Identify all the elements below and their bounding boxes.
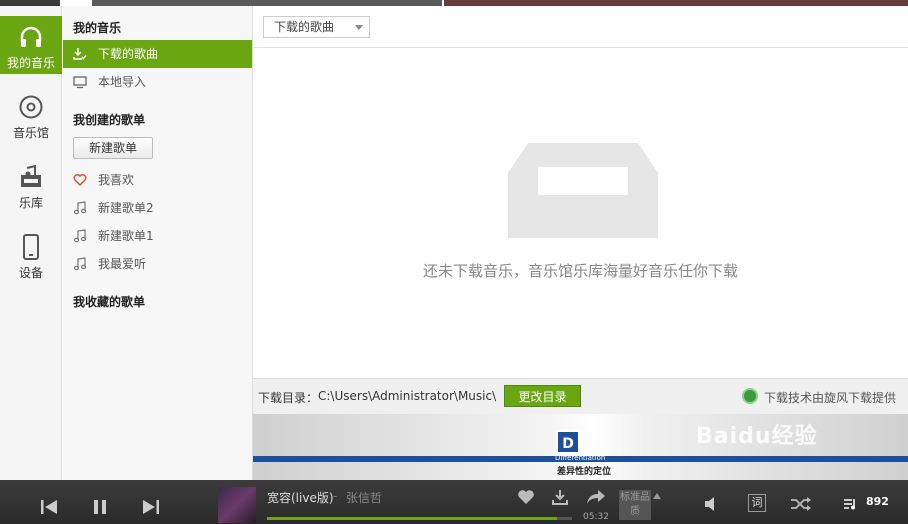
pause-button[interactable]	[92, 499, 108, 515]
ad-english-text: Differentiation	[555, 454, 606, 462]
music-note-icon	[73, 201, 87, 215]
change-directory-button[interactable]: 更改目录	[504, 385, 581, 407]
headphones-icon	[20, 26, 42, 47]
song-title[interactable]: 宽容(live版)	[267, 489, 334, 506]
sidebar-item-downloaded[interactable]: 下载的歌曲	[63, 40, 252, 68]
progress-bar[interactable]	[267, 517, 572, 520]
shuffle-icon[interactable]	[790, 496, 812, 512]
nav-label: 设备	[18, 266, 43, 280]
album-cover[interactable]	[218, 487, 256, 523]
disc-icon	[19, 95, 43, 119]
playlist-item[interactable]: 我最爱听	[63, 250, 252, 278]
empty-tray-icon	[508, 143, 658, 238]
baidu-watermark: Baidu经验	[696, 424, 818, 449]
download-icon[interactable]	[551, 488, 569, 506]
playlist-count: 892	[866, 495, 889, 508]
progress-fill	[267, 517, 557, 520]
music-note-icon	[73, 229, 87, 243]
volume-icon[interactable]	[703, 495, 723, 513]
playlist-icon[interactable]	[843, 498, 857, 510]
section-title-my-music: 我的音乐	[73, 21, 122, 35]
section-title-collected: 我收藏的歌单	[73, 295, 146, 309]
baidu-url-watermark: jingyan.baidu.com	[445, 66, 602, 86]
nav-music-hall[interactable]: 音乐馆	[0, 94, 62, 144]
quality-selector[interactable]: 标准品质	[619, 490, 651, 520]
lyrics-button[interactable]: 词	[748, 494, 766, 512]
sidebar-item-label: 下载的歌曲	[98, 47, 159, 61]
sidebar-item-local-import[interactable]: 本地导入	[63, 68, 252, 96]
library-icon	[21, 164, 41, 187]
download-dir-bar: 下载目录： C:\Users\Administrator\Music\ 更改目录…	[253, 378, 908, 414]
playlist-label: 新建歌单2	[98, 201, 154, 215]
share-icon[interactable]	[586, 488, 606, 506]
nav-label: 乐库	[18, 196, 43, 210]
phone-icon	[23, 234, 39, 260]
playlist-item[interactable]: 新建歌单1	[63, 222, 252, 250]
nav-device[interactable]: 设备	[0, 234, 62, 284]
time-display: 05:32	[583, 512, 609, 522]
sidebar-item-label: 本地导入	[98, 75, 147, 89]
download-dir-label: 下载目录：	[258, 391, 319, 405]
download-dir-path: C:\Users\Administrator\Music\	[318, 389, 497, 403]
download-provider[interactable]: 下载技术由旋风下载提供	[741, 388, 896, 406]
chevron-down-icon	[355, 25, 363, 30]
song-artist[interactable]: 张信哲	[346, 489, 382, 506]
whirlwind-logo-icon	[741, 388, 758, 404]
nav-library[interactable]: 乐库	[0, 164, 62, 214]
ad-chinese-text: 差异性的定位	[557, 467, 612, 477]
chevron-up-icon[interactable]	[653, 493, 661, 499]
download-check-icon	[73, 48, 87, 60]
ad-banner[interactable]: D Differentiation 差异性的定位 Baidu经验	[253, 414, 908, 480]
monitor-icon	[73, 76, 87, 89]
sidebar: 我的音乐 下载的歌曲 本地导入 我创建的歌单 新建歌单 我喜欢 新建歌单2 新建…	[63, 6, 253, 480]
playlist-label: 我最爱听	[98, 257, 147, 271]
nav-bar: 我的音乐 音乐馆 乐库 设备	[0, 6, 62, 480]
empty-state-message: 还未下载音乐，音乐馆乐库海量好音乐任你下载	[422, 262, 738, 280]
playlist-item[interactable]: 新建歌单2	[63, 194, 252, 222]
ad-logo: D	[556, 430, 580, 454]
previous-button[interactable]	[40, 499, 58, 515]
player-bar: 宽容(live版) - 张信哲 05:32 标准品质 词 892	[0, 480, 908, 524]
playlist-label: 我喜欢	[98, 173, 135, 187]
content-toolbar: 下载的歌曲	[253, 6, 908, 48]
music-note-icon	[73, 257, 87, 271]
new-playlist-button[interactable]: 新建歌单	[73, 137, 153, 159]
playlist-item-favorites[interactable]: 我喜欢	[63, 166, 252, 194]
nav-my-music[interactable]: 我的音乐	[0, 16, 62, 74]
title-separator: -	[333, 489, 338, 503]
provider-text: 下载技术由旋风下载提供	[763, 391, 896, 405]
section-title-created: 我创建的歌单	[73, 113, 146, 127]
next-button[interactable]	[142, 499, 160, 515]
dropdown-value: 下载的歌曲	[274, 20, 335, 34]
nav-label: 我的音乐	[6, 56, 55, 70]
heart-icon	[73, 174, 87, 187]
playlist-label: 新建歌单1	[98, 229, 154, 243]
heart-icon[interactable]	[517, 489, 535, 505]
view-dropdown[interactable]: 下载的歌曲	[263, 16, 370, 38]
nav-label: 音乐馆	[12, 126, 49, 140]
